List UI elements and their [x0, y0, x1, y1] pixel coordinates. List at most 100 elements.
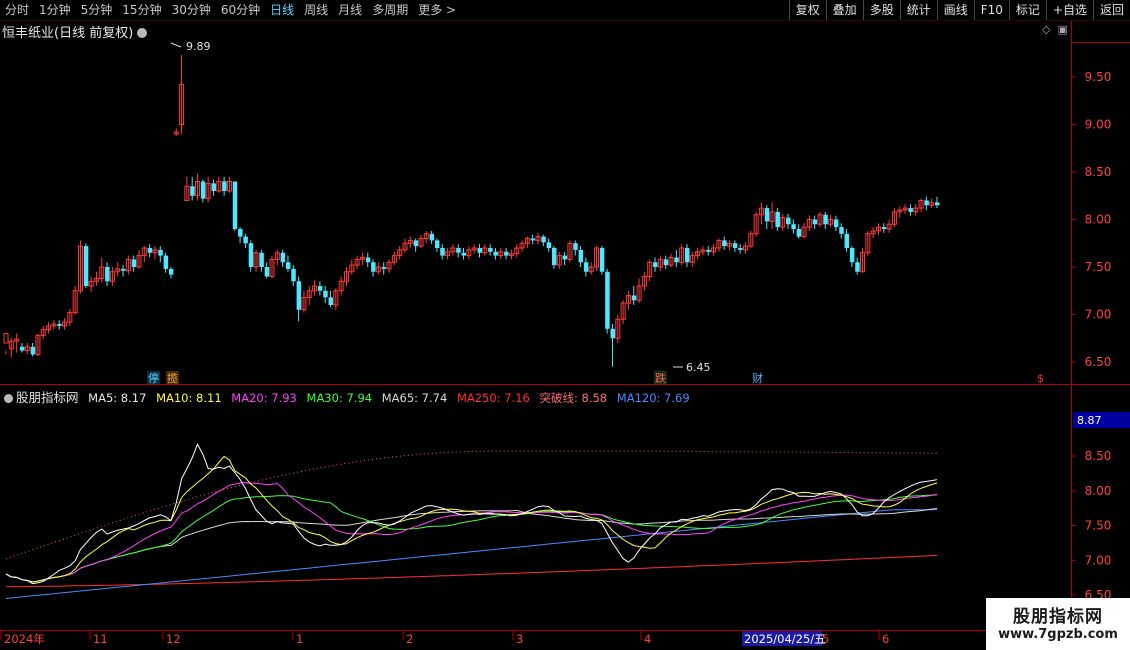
candle-body	[786, 217, 791, 225]
price-tick-label: 9.00	[1085, 118, 1112, 132]
candle-body	[456, 248, 461, 253]
candle-body	[280, 252, 286, 263]
candle-body	[578, 249, 584, 263]
candle-body	[190, 186, 195, 196]
candle-body	[3, 333, 9, 344]
price-annotations: 9.89 6.45 停揽 跌 财 $	[147, 40, 1049, 385]
candle-body	[238, 229, 243, 237]
candle-body	[285, 262, 291, 269]
candle-body	[573, 243, 578, 250]
candle-body	[881, 227, 887, 229]
event-marker[interactable]: 停	[148, 371, 159, 385]
candle-body	[764, 208, 770, 222]
candle-body	[264, 267, 270, 277]
candle-body	[599, 248, 605, 272]
candle-body	[413, 240, 419, 247]
candle-body	[631, 295, 637, 301]
ma20-line	[5, 481, 938, 583]
candle-body	[706, 249, 711, 252]
indicator-name[interactable]: 股朋指标网	[16, 390, 79, 405]
candle-body	[440, 248, 445, 256]
candle-body	[232, 181, 238, 229]
watermark-title: 股朋指标网	[1013, 607, 1103, 627]
candle-body	[605, 271, 610, 329]
ma20-label: MA20: 7.93	[231, 391, 297, 405]
candle-body	[168, 268, 174, 275]
candle-body	[684, 248, 690, 263]
candle-body	[562, 255, 568, 260]
candle-body	[365, 257, 371, 263]
date-label: 4	[644, 632, 651, 646]
candle-body	[722, 240, 727, 247]
breakout-line	[5, 450, 937, 560]
price-tick-label: 7.00	[1085, 308, 1112, 322]
date-label: 2024年	[4, 632, 45, 646]
ma120-label: MA120: 7.69	[616, 391, 690, 405]
ind-tick-label: 7.50	[1085, 519, 1112, 533]
candle-body	[371, 262, 376, 272]
candle-body	[583, 262, 589, 272]
candle-body	[200, 181, 206, 199]
candle-body	[83, 246, 89, 286]
indicator-chart	[5, 443, 938, 599]
price-axis: 9.50 9.00 8.50 8.00 7.50 7.00 6.50	[1071, 70, 1111, 369]
ma120-line	[5, 509, 937, 599]
candle-body	[610, 328, 615, 339]
candle-body	[855, 262, 860, 272]
ind-tick-label: 8.00	[1085, 484, 1112, 498]
candle-body	[291, 268, 296, 282]
event-marker[interactable]: 揽	[167, 372, 178, 385]
candle-body	[844, 233, 850, 248]
candle-body	[775, 211, 780, 228]
low-label: 6.45	[686, 361, 711, 374]
indicator-toggle-icon[interactable]	[4, 394, 13, 403]
candle-body	[163, 255, 169, 269]
ma30-label: MA30: 7.94	[306, 391, 373, 405]
candle-body	[429, 233, 435, 241]
current-value: 8.87	[1077, 414, 1102, 427]
candle-body	[935, 202, 940, 206]
event-marker[interactable]: 财	[752, 371, 763, 385]
ind-tick-label: 7.00	[1085, 553, 1112, 567]
candle-body	[796, 229, 802, 237]
candle-body	[248, 243, 254, 267]
watermark-url: www.7gpzb.com	[998, 627, 1118, 642]
event-marker[interactable]: 跌	[655, 371, 666, 385]
candle-body	[296, 281, 302, 310]
candle-body	[812, 219, 818, 225]
indicator-legend: 股朋指标网 MA5: 8.17 MA10: 8.11 MA20: 7.93 MA…	[0, 387, 696, 406]
candle-body	[477, 248, 482, 253]
candle-body	[317, 286, 323, 291]
watermark-logo: 股朋指标网 www.7gpzb.com	[986, 598, 1130, 650]
ma10-label: MA10: 8.11	[156, 391, 222, 405]
date-label: 1	[296, 632, 303, 646]
candle-body	[147, 248, 153, 253]
candle-body	[57, 324, 62, 326]
candle-body	[158, 249, 163, 256]
candle-body	[105, 267, 110, 282]
price-tick-label: 7.50	[1085, 260, 1112, 274]
ma65-label: MA65: 7.74	[381, 391, 448, 405]
candle-body	[323, 290, 328, 298]
high-label: 9.89	[186, 40, 211, 53]
date-label: 11	[93, 632, 108, 646]
candle-body	[243, 236, 248, 244]
date-label: 2	[406, 632, 413, 646]
date-label: 12	[166, 632, 181, 646]
candle-body	[738, 248, 743, 250]
candle-body	[663, 259, 669, 266]
candle-body	[493, 251, 498, 256]
price-tick-label: 8.00	[1085, 213, 1112, 227]
indicator-axis: 8.508.007.507.006.508.87	[1071, 412, 1130, 602]
candle-body	[833, 219, 839, 228]
candle-body	[839, 227, 844, 234]
breakout-label: 突破线: 8.58	[539, 391, 608, 405]
kline-chart[interactable]: 9.50 9.00 8.50 8.00 7.50 7.00 6.50 8.50 8.00 7.5…	[0, 0, 1130, 650]
price-tick-label: 6.50	[1085, 355, 1112, 369]
candle-body	[488, 248, 493, 252]
candle-body	[791, 224, 796, 229]
ma250-label: MA250: 7.16	[456, 391, 530, 405]
cursor-date: 2025/04/25/五	[744, 632, 826, 646]
candle-body	[328, 297, 334, 305]
event-marker[interactable]: $	[1037, 372, 1044, 385]
